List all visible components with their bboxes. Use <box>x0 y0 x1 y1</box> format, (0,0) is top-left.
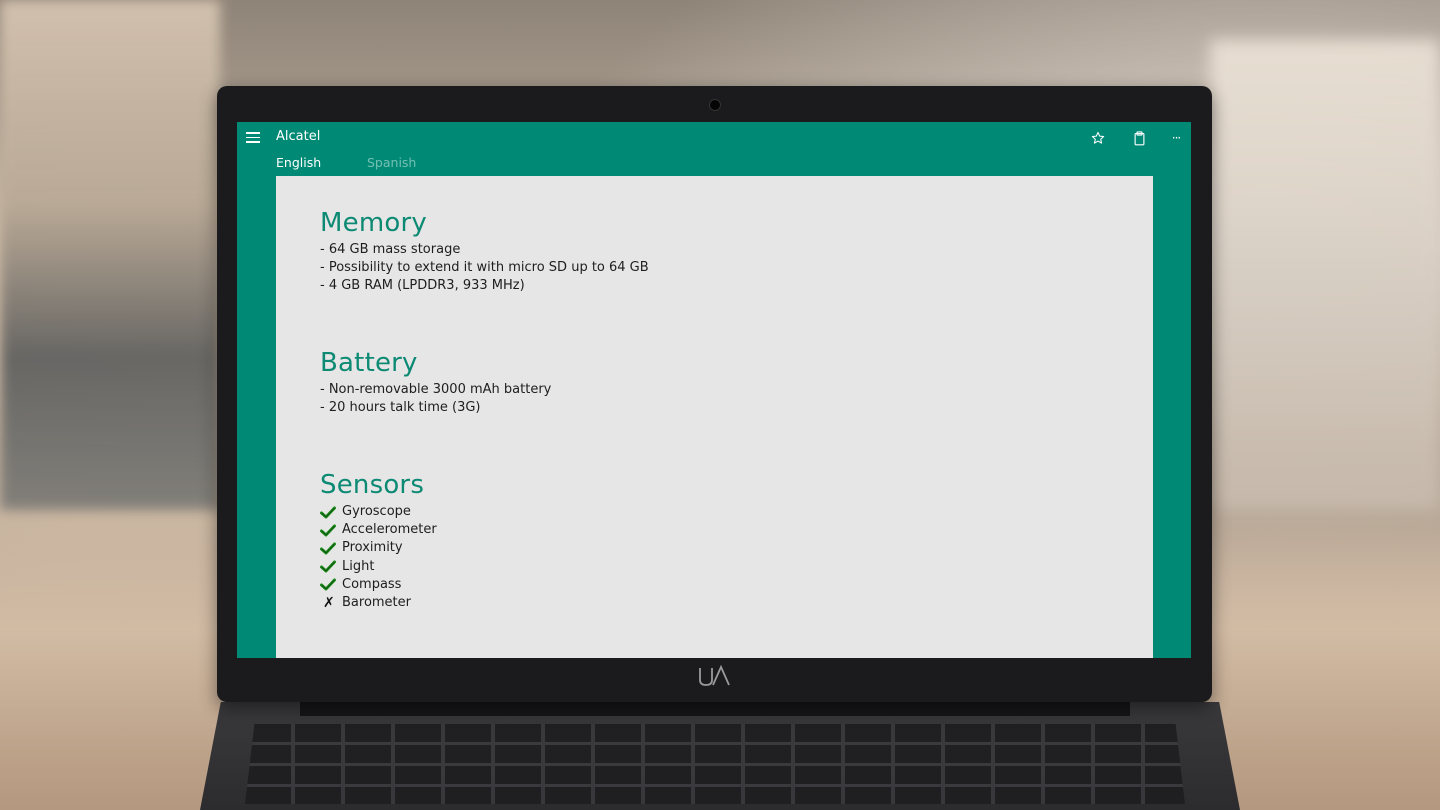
hamburger-menu-icon[interactable] <box>246 132 260 144</box>
check-icon <box>320 524 342 537</box>
laptop-logo-icon <box>699 664 730 686</box>
clipboard-icon[interactable] <box>1128 128 1150 148</box>
battery-heading: Battery <box>320 348 418 378</box>
check-icon <box>320 560 342 573</box>
sensor-item-proximity: Proximity <box>320 539 437 557</box>
background-window-left <box>0 0 220 510</box>
sensor-item-gyroscope: Gyroscope <box>320 503 437 521</box>
sensor-item-light: Light <box>320 558 437 576</box>
app-title: Alcatel <box>276 129 321 144</box>
laptop-hinge <box>300 702 1130 716</box>
webcam-icon <box>709 99 721 111</box>
sensor-label: Gyroscope <box>342 504 411 519</box>
sensor-label: Compass <box>342 576 402 592</box>
title-bar: Alcatel ··· <box>237 122 1191 154</box>
tab-spanish[interactable]: Spanish <box>367 155 416 170</box>
sensors-heading: Sensors <box>320 470 425 500</box>
memory-section: Memory - 64 GB mass storage - Possibilit… <box>320 208 649 296</box>
sensor-item-barometer: ✗ Barometer <box>320 594 437 612</box>
app-window: Alcatel ··· English Spanish Memory - 64 … <box>237 122 1191 658</box>
tab-english[interactable]: English <box>276 155 321 170</box>
battery-section: Battery - Non-removable 3000 mAh battery… <box>320 348 551 417</box>
check-icon <box>320 578 342 591</box>
memory-item: - Possibility to extend it with micro SD… <box>320 260 649 276</box>
battery-item: - 20 hours talk time (3G) <box>320 400 481 416</box>
check-icon <box>320 542 342 555</box>
background-window-right <box>1210 40 1440 510</box>
check-icon <box>320 506 342 519</box>
sensor-label: Accelerometer <box>342 522 437 538</box>
battery-item: - Non-removable 3000 mAh battery <box>320 382 552 397</box>
content-panel: Memory - 64 GB mass storage - Possibilit… <box>276 176 1153 658</box>
sensor-item-compass: Compass <box>320 576 437 594</box>
sensor-label: Barometer <box>342 595 411 611</box>
laptop-keyboard-rows <box>245 724 1185 804</box>
sensor-label: Proximity <box>342 540 403 556</box>
sensor-item-accelerometer: Accelerometer <box>320 521 437 539</box>
sensor-label: Light <box>342 558 375 574</box>
star-icon[interactable] <box>1087 128 1109 148</box>
sensors-section: Sensors Gyroscope Accelerometer Proximit… <box>320 470 437 612</box>
cross-icon: ✗ <box>323 595 335 612</box>
memory-item: - 64 GB mass storage <box>320 242 461 257</box>
memory-heading: Memory <box>320 208 427 238</box>
more-icon[interactable]: ··· <box>1165 128 1187 148</box>
memory-item: - 4 GB RAM (LPDDR3, 933 MHz) <box>320 278 525 294</box>
